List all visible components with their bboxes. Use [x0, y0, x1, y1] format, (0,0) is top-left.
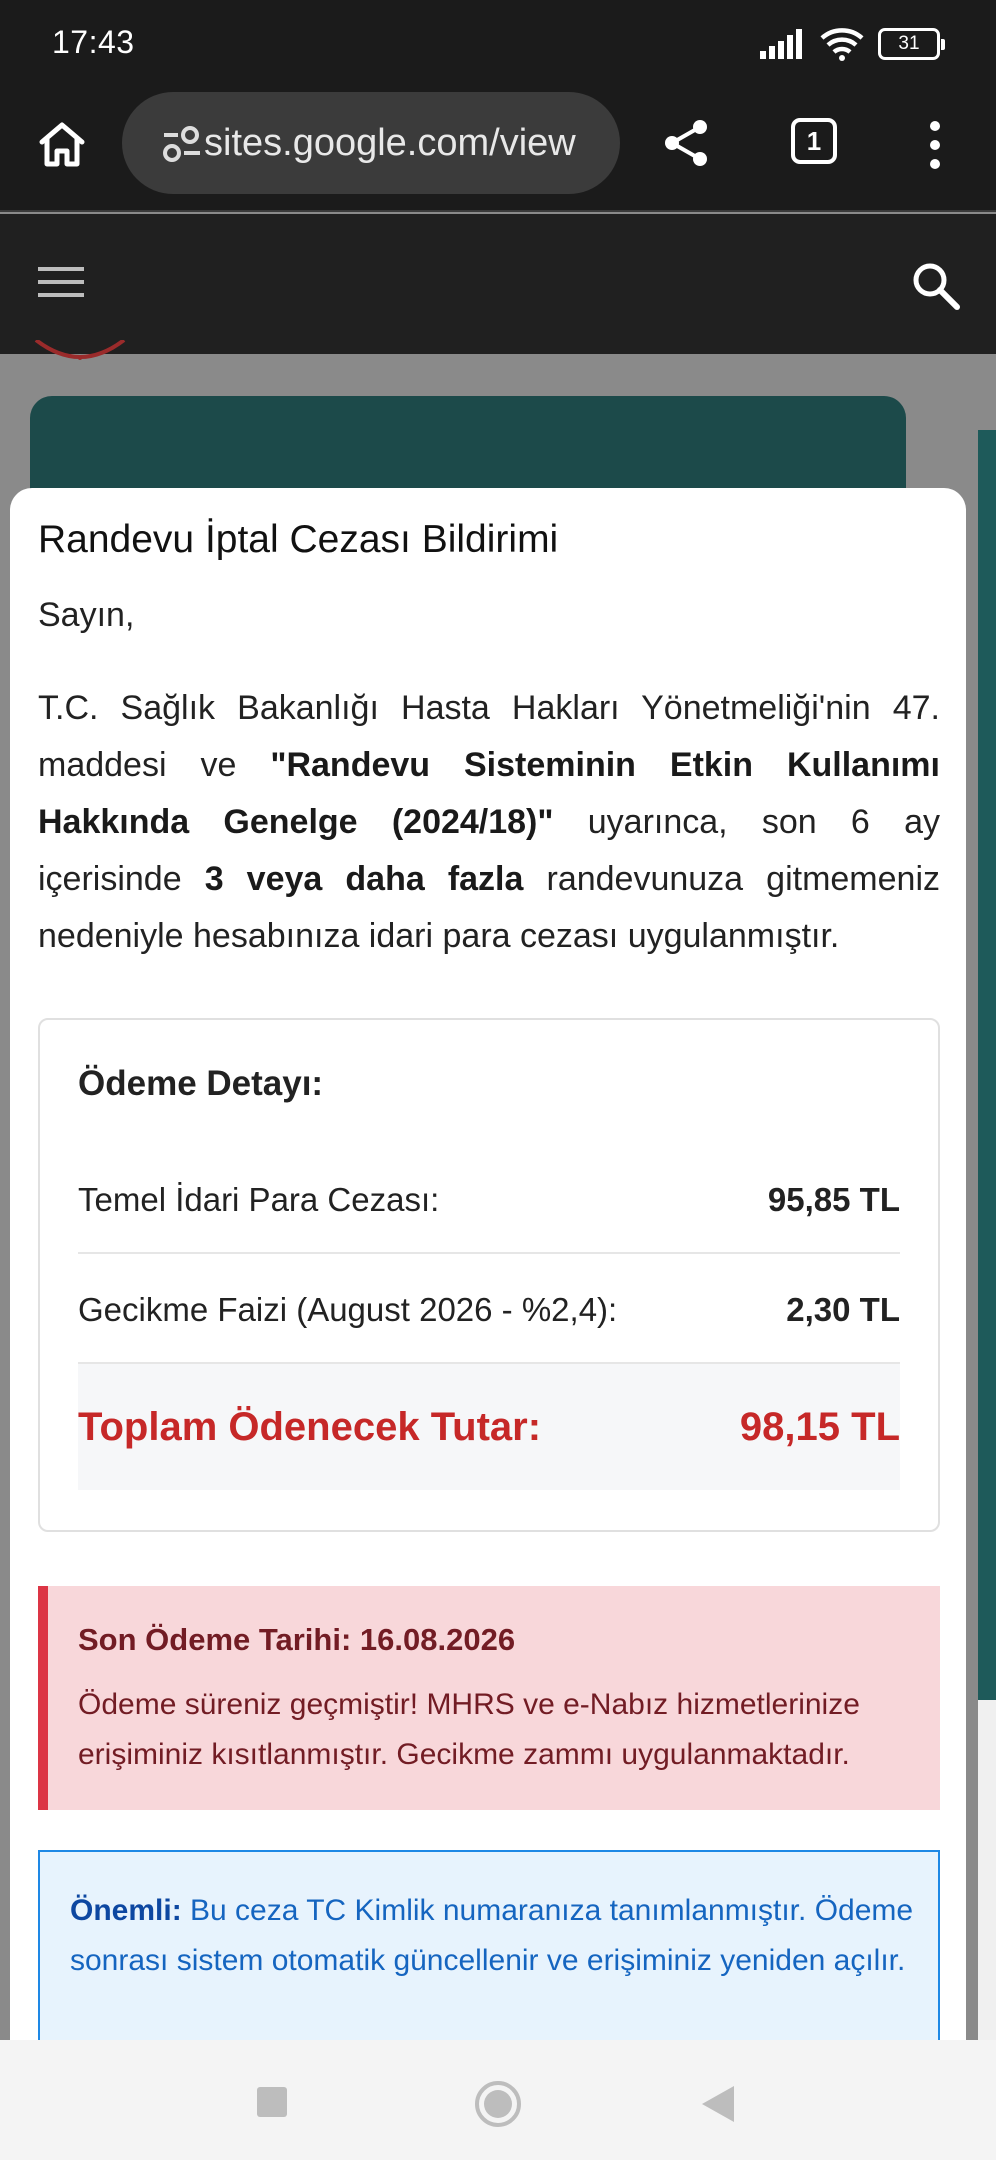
modal-title: Randevu İptal Cezası Bildirimi — [38, 518, 559, 561]
payment-row: Temel İdari Para Cezası: 95,85 TL — [78, 1170, 900, 1230]
share-icon[interactable] — [660, 116, 714, 170]
site-settings-icon[interactable] — [162, 125, 202, 163]
tabs-icon[interactable]: 1 — [791, 118, 837, 164]
warning-text: Ödeme süreniz geçmiştir! MHRS ve e-Nabız… — [78, 1688, 860, 1771]
search-icon[interactable] — [908, 258, 962, 312]
more-vert-icon[interactable] — [920, 118, 950, 172]
divider — [78, 1252, 900, 1254]
deadline-warning-box: Son Ödeme Tarihi: 16.08.2026 Ödeme süren… — [38, 1586, 940, 1810]
back-triangle-icon[interactable] — [700, 2084, 736, 2124]
deadline-title: Son Ödeme Tarihi: 16.08.2026 — [78, 1622, 516, 1657]
site-header — [0, 214, 996, 354]
info-text-block: Önemli: Bu ceza TC Kimlik numaranıza tan… — [70, 1886, 920, 1986]
payment-row-value: 95,85 TL — [767, 1181, 900, 1218]
penalty-notice-modal: Randevu İptal Cezası Bildirimi Sayın, T.… — [10, 488, 966, 2040]
payment-row-label: Gecikme Faizi (August 2026 - %2,4): — [78, 1291, 618, 1328]
battery-icon: 31 — [878, 28, 945, 60]
info-bold-label: Önemli: — [70, 1894, 182, 1927]
browser-toolbar: sites.google.com/view 1 — [0, 88, 996, 212]
status-bar: 17:43 31 — [0, 0, 996, 88]
payment-total-row: Toplam Ödenecek Tutar: 98,15 TL — [78, 1364, 900, 1490]
address-bar[interactable]: sites.google.com/view — [122, 92, 620, 194]
status-time: 17:43 — [52, 24, 135, 60]
total-label: Toplam Ödenecek Tutar: — [78, 1404, 542, 1449]
payment-detail-card: Ödeme Detayı: Temel İdari Para Cezası: 9… — [38, 1018, 940, 1532]
payment-title: Ödeme Detayı: — [78, 1064, 324, 1103]
hamburger-menu-icon[interactable] — [36, 262, 86, 302]
info-text: Bu ceza TC Kimlik numaranıza tanımlanmış… — [70, 1894, 914, 1977]
payment-row-value: 2,30 TL — [786, 1291, 900, 1328]
status-icons: 31 — [760, 26, 945, 62]
home-circle-icon[interactable] — [474, 2080, 522, 2128]
paragraph-bold-count: 3 veya daha fazla — [204, 860, 524, 898]
signal-icon — [760, 29, 802, 59]
notice-paragraph: T.C. Sağlık Bakanlığı Hasta Hakları Yöne… — [38, 680, 940, 965]
important-info-box: Önemli: Bu ceza TC Kimlik numaranıza tan… — [38, 1850, 940, 2040]
payment-row: Gecikme Faizi (August 2026 - %2,4): 2,30… — [78, 1280, 900, 1340]
url-text: sites.google.com/view — [204, 122, 576, 164]
system-nav-bar — [0, 2040, 996, 2160]
home-icon[interactable] — [34, 116, 90, 172]
payment-row-label: Temel İdari Para Cezası: — [78, 1181, 440, 1218]
recents-square-icon[interactable] — [257, 2087, 287, 2117]
background-strip-light — [978, 1700, 996, 2040]
logo-fragment-icon — [34, 340, 126, 360]
greeting-text: Sayın, — [38, 596, 135, 634]
total-value: 98,15 TL — [739, 1404, 900, 1449]
wifi-icon — [820, 28, 864, 61]
